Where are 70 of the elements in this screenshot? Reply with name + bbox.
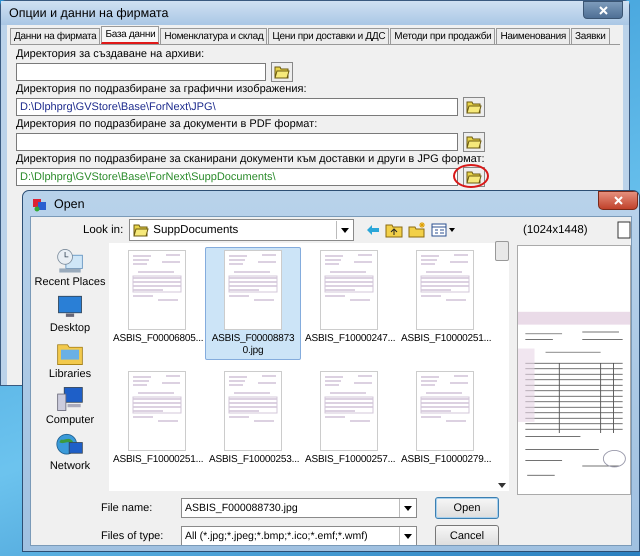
field-label: Директория по подразбиране за документи в PDF формат: xyxy=(16,118,318,131)
places-item[interactable]: Network xyxy=(50,431,90,472)
image-dimensions: (1024x1448) xyxy=(523,224,588,236)
places-item[interactable]: Computer xyxy=(46,385,94,426)
tab[interactable]: Методи при продажби xyxy=(390,28,496,44)
folder-icon xyxy=(466,134,482,148)
tab[interactable]: База данни xyxy=(101,26,160,44)
close-icon xyxy=(614,196,622,205)
file-item[interactable]: ASBIS_F10000251... xyxy=(109,368,205,469)
places-item[interactable]: Desktop xyxy=(50,293,90,334)
caret-icon xyxy=(341,228,350,232)
file-name-label: File name: xyxy=(101,502,154,514)
look-in-dropdown[interactable]: SuppDocuments xyxy=(129,219,354,241)
close-button[interactable] xyxy=(598,191,638,210)
up-folder-icon[interactable] xyxy=(385,222,404,238)
tab[interactable]: Данни на фирмата xyxy=(10,28,100,44)
dialog-title: Open xyxy=(54,196,85,210)
look-in-label: Look in: xyxy=(83,224,124,236)
close-button[interactable] xyxy=(583,1,623,19)
document-thumbnail-icon xyxy=(128,371,186,451)
file-item[interactable]: ASBIS_F10000253... xyxy=(205,368,301,469)
scroll-down-arrow-icon[interactable] xyxy=(498,483,506,488)
recent-icon xyxy=(56,247,84,275)
input-field[interactable] xyxy=(16,62,266,80)
field-label: Директория по подразбиране за графични изображения: xyxy=(16,83,307,96)
input-field[interactable]: D:\Dlphprg\GVStore\Base\ForNext\JPG\ xyxy=(16,98,458,116)
caret-icon xyxy=(404,506,412,510)
tab[interactable]: Цени при доставки и ДДС xyxy=(268,28,390,44)
file-type-dropdown[interactable]: All (*.jpg;*.jpeg;*.bmp;*.ico;*.emf;*.wmf) xyxy=(181,526,417,545)
input-field[interactable] xyxy=(16,132,458,150)
file-item[interactable]: ASBIS_F00006805... xyxy=(109,247,205,360)
input-field[interactable]: D:\Dlphprg\GVStore\Base\ForNext\SuppDocuments\ xyxy=(16,168,458,186)
file-type-label: Files of type: xyxy=(101,530,164,542)
document-thumbnail-icon xyxy=(416,371,474,451)
places-item[interactable]: Recent Places xyxy=(34,247,106,288)
file-item[interactable]: ASBIS_F000088730.jpg xyxy=(205,247,301,360)
document-thumbnail-icon xyxy=(320,250,378,330)
folder-icon xyxy=(133,223,150,237)
document-thumbnail-icon xyxy=(416,250,474,330)
file-item[interactable]: ASBIS_F10000279... xyxy=(397,368,493,469)
file-item[interactable]: ASBIS_F10000247... xyxy=(301,247,397,360)
document-thumbnail-icon xyxy=(224,250,282,330)
browse-folder-button[interactable] xyxy=(463,132,485,152)
field-label: Директория за създаване на архиви: xyxy=(16,48,204,61)
tab[interactable]: Номенклатура и склад xyxy=(160,28,268,44)
folder-icon xyxy=(274,64,290,78)
computer-icon xyxy=(56,385,84,413)
field-label: Директория по подразбиране за сканирани документи към доставки и други в JPG формат: xyxy=(16,153,485,166)
tab[interactable]: Наименования xyxy=(496,28,570,44)
new-folder-icon[interactable] xyxy=(408,222,426,238)
file-item[interactable]: ASBIS_F10000251... xyxy=(397,247,493,360)
open-button[interactable]: Open xyxy=(435,497,499,519)
caret-icon xyxy=(404,534,412,538)
preview-icon[interactable] xyxy=(617,221,631,239)
close-icon xyxy=(598,6,608,14)
tab[interactable]: Заявки xyxy=(571,28,610,44)
browse-folder-button[interactable] xyxy=(463,96,485,116)
places-item[interactable]: Libraries xyxy=(48,339,92,380)
window-title: Опции и данни на фирмата xyxy=(9,6,168,20)
document-thumbnail-icon xyxy=(224,371,282,451)
document-thumbnail-icon xyxy=(128,250,186,330)
view-menu-icon[interactable] xyxy=(431,223,456,237)
folder-icon xyxy=(466,170,482,184)
cancel-button[interactable]: Cancel xyxy=(435,525,499,545)
document-thumbnail-icon xyxy=(320,371,378,451)
file-name-field[interactable]: ASBIS_F000088730.jpg xyxy=(181,498,417,518)
file-item[interactable]: ASBIS_F10000257... xyxy=(301,368,397,469)
browse-folder-button[interactable] xyxy=(271,62,293,82)
scrollbar-thumb[interactable] xyxy=(495,241,509,261)
folder-icon xyxy=(466,100,482,114)
